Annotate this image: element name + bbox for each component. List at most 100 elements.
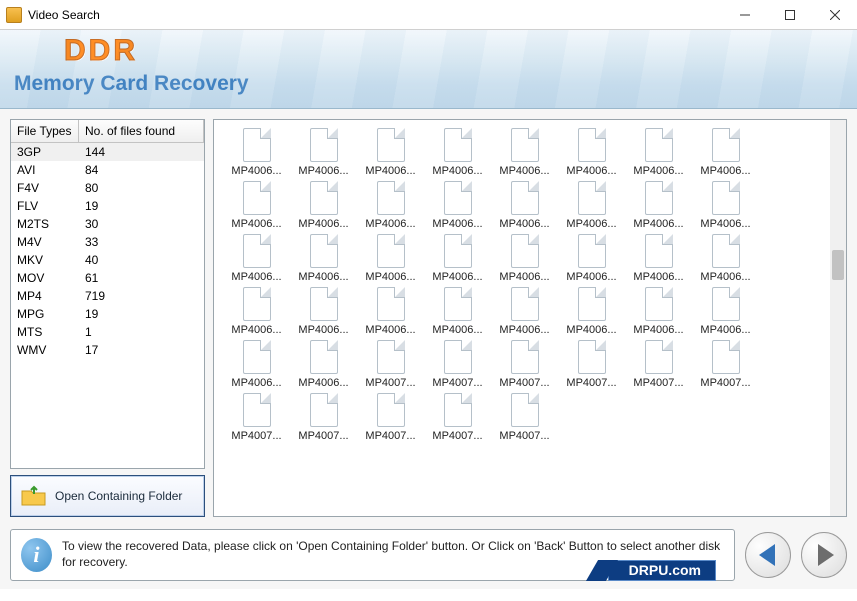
file-label: MP4006...	[425, 218, 490, 230]
filetype-row[interactable]: M2TS30	[11, 215, 204, 233]
filetype-row[interactable]: MP4719	[11, 287, 204, 305]
filetype-row[interactable]: MOV61	[11, 269, 204, 287]
file-icon	[578, 340, 606, 374]
file-item[interactable]: MP4007...	[358, 340, 423, 389]
file-item[interactable]: MP4006...	[224, 287, 289, 336]
file-item[interactable]: MP4006...	[492, 234, 557, 283]
file-item[interactable]: MP4006...	[425, 287, 490, 336]
file-item[interactable]: MP4006...	[358, 181, 423, 230]
file-label: MP4007...	[693, 377, 758, 389]
file-item[interactable]: MP4006...	[559, 287, 624, 336]
file-item[interactable]: MP4006...	[358, 287, 423, 336]
filetype-row[interactable]: MPG19	[11, 305, 204, 323]
info-icon: i	[21, 538, 52, 572]
filetype-row[interactable]: 3GP144	[11, 143, 204, 161]
file-icon	[511, 234, 539, 268]
filetype-cell: WMV	[11, 342, 79, 358]
scrollbar-thumb[interactable]	[832, 250, 844, 280]
filetype-row[interactable]: M4V33	[11, 233, 204, 251]
file-item[interactable]: MP4007...	[224, 393, 289, 442]
file-item[interactable]: MP4006...	[626, 181, 691, 230]
file-item[interactable]: MP4006...	[492, 128, 557, 177]
header-count[interactable]: No. of files found	[79, 120, 204, 142]
file-item[interactable]: MP4007...	[559, 340, 624, 389]
minimize-icon	[740, 10, 750, 20]
filetype-table-header: File Types No. of files found	[11, 120, 204, 143]
file-icon	[578, 234, 606, 268]
file-item[interactable]: MP4007...	[358, 393, 423, 442]
filetype-row[interactable]: MTS1	[11, 323, 204, 341]
file-item[interactable]: MP4006...	[492, 181, 557, 230]
file-item[interactable]: MP4007...	[425, 393, 490, 442]
filetype-row[interactable]: F4V80	[11, 179, 204, 197]
file-item[interactable]: MP4006...	[626, 128, 691, 177]
file-icon	[377, 393, 405, 427]
file-item[interactable]: MP4006...	[559, 128, 624, 177]
file-item[interactable]: MP4006...	[693, 181, 758, 230]
back-button[interactable]	[745, 532, 791, 578]
file-item[interactable]: MP4006...	[224, 181, 289, 230]
brand-subtitle: Memory Card Recovery	[14, 72, 843, 96]
file-icon	[377, 287, 405, 321]
left-panel: File Types No. of files found 3GP144AVI8…	[10, 119, 205, 517]
file-item[interactable]: MP4006...	[693, 287, 758, 336]
header-filetypes[interactable]: File Types	[11, 120, 79, 142]
file-label: MP4006...	[224, 271, 289, 283]
maximize-button[interactable]	[767, 0, 812, 30]
file-label: MP4007...	[425, 377, 490, 389]
file-item[interactable]: MP4006...	[291, 234, 356, 283]
scrollbar[interactable]	[830, 120, 846, 516]
file-item[interactable]: MP4006...	[626, 287, 691, 336]
file-item[interactable]: MP4006...	[559, 234, 624, 283]
file-item[interactable]: MP4006...	[425, 181, 490, 230]
file-item[interactable]: MP4006...	[224, 340, 289, 389]
file-item[interactable]: MP4006...	[559, 181, 624, 230]
file-item[interactable]: MP4007...	[626, 340, 691, 389]
file-item[interactable]: MP4006...	[425, 128, 490, 177]
count-cell: 19	[79, 198, 204, 214]
file-icon	[243, 234, 271, 268]
file-item[interactable]: MP4006...	[291, 287, 356, 336]
filetype-cell: AVI	[11, 162, 79, 178]
count-cell: 144	[79, 144, 204, 160]
close-button[interactable]	[812, 0, 857, 30]
file-item[interactable]: MP4006...	[693, 234, 758, 283]
file-item[interactable]: MP4006...	[693, 128, 758, 177]
file-item[interactable]: MP4006...	[358, 234, 423, 283]
count-cell: 40	[79, 252, 204, 268]
file-item[interactable]: MP4007...	[492, 393, 557, 442]
file-item[interactable]: MP4006...	[224, 234, 289, 283]
count-cell: 719	[79, 288, 204, 304]
file-item[interactable]: MP4007...	[693, 340, 758, 389]
file-grid[interactable]: MP4006...MP4006...MP4006...MP4006...MP40…	[214, 120, 830, 516]
file-label: MP4006...	[425, 165, 490, 177]
filetype-cell: FLV	[11, 198, 79, 214]
file-label: MP4006...	[626, 218, 691, 230]
file-item[interactable]: MP4006...	[291, 128, 356, 177]
count-cell: 30	[79, 216, 204, 232]
file-item[interactable]: MP4006...	[224, 128, 289, 177]
file-icon	[377, 181, 405, 215]
file-icon	[578, 287, 606, 321]
file-item[interactable]: MP4006...	[626, 234, 691, 283]
file-icon	[645, 340, 673, 374]
file-item[interactable]: MP4006...	[291, 181, 356, 230]
file-item[interactable]: MP4006...	[425, 234, 490, 283]
filetype-row[interactable]: AVI84	[11, 161, 204, 179]
open-containing-folder-button[interactable]: Open Containing Folder	[10, 475, 205, 517]
file-label: MP4006...	[693, 218, 758, 230]
file-item[interactable]: MP4006...	[291, 340, 356, 389]
file-item[interactable]: MP4006...	[358, 128, 423, 177]
file-item[interactable]: MP4006...	[492, 287, 557, 336]
drpu-badge[interactable]: DRPU.com	[592, 560, 716, 581]
file-label: MP4006...	[626, 324, 691, 336]
filetype-row[interactable]: WMV17	[11, 341, 204, 359]
filetype-row[interactable]: MKV40	[11, 251, 204, 269]
file-item[interactable]: MP4007...	[425, 340, 490, 389]
count-cell: 1	[79, 324, 204, 340]
forward-button[interactable]	[801, 532, 847, 578]
file-item[interactable]: MP4007...	[291, 393, 356, 442]
minimize-button[interactable]	[722, 0, 767, 30]
file-item[interactable]: MP4007...	[492, 340, 557, 389]
filetype-row[interactable]: FLV19	[11, 197, 204, 215]
